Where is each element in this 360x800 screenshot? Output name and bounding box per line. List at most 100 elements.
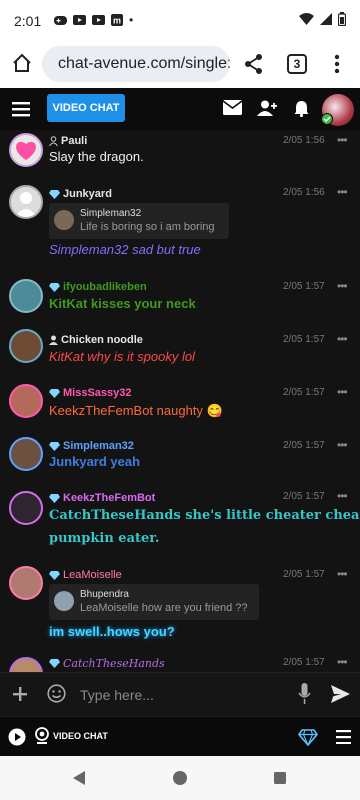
mail-icon[interactable] (223, 100, 242, 115)
message-text: im swell..hows you? (49, 624, 175, 639)
more-vert-icon[interactable] (334, 54, 340, 74)
youtube-icon-2 (92, 15, 105, 25)
username[interactable]: CatchTheseHands (49, 657, 165, 670)
avatar[interactable] (9, 185, 43, 219)
diamond-icon (49, 493, 60, 503)
more-icon[interactable]: ••• (337, 279, 348, 293)
default-avatar-icon (15, 192, 37, 217)
message-text: Slay the dragon. (49, 149, 144, 164)
status-time: 2:01 (14, 13, 42, 29)
timestamp: 2/05 1:57 (283, 569, 325, 580)
avatar[interactable] (9, 437, 43, 471)
avatar[interactable] (9, 133, 43, 167)
footer-video-chat-label[interactable]: VIDEO CHAT (53, 731, 108, 741)
more-icon[interactable]: ••• (337, 332, 348, 346)
timestamp: 2/05 1:57 (283, 334, 325, 345)
notification-icons: m • (54, 13, 133, 27)
more-icon[interactable]: ••• (337, 567, 348, 581)
username[interactable]: KeekzTheFemBot (49, 492, 155, 504)
avatar[interactable] (9, 657, 43, 672)
avatar[interactable] (9, 279, 43, 313)
user-solid-icon (49, 335, 58, 345)
timestamp: 2/05 1:57 (283, 491, 325, 502)
message-text: KitKat why is it spooky lol (49, 349, 195, 364)
timestamp: 2/05 1:56 (283, 187, 325, 198)
message-text-line2: pumpkin eater. (49, 531, 160, 546)
share-icon[interactable] (244, 53, 264, 75)
avatar[interactable] (9, 566, 43, 600)
avatar[interactable] (9, 329, 43, 363)
quote-avatar (54, 210, 74, 230)
youtube-icon (73, 15, 86, 25)
diamond-icon (49, 282, 60, 292)
hamburger-menu-icon[interactable] (336, 730, 351, 744)
heart-avatar-icon (16, 141, 36, 160)
diamond-icon (49, 388, 60, 398)
plus-icon[interactable] (13, 687, 27, 701)
diamond-icon (49, 189, 60, 199)
recents-icon[interactable] (274, 772, 286, 784)
username[interactable]: MissSassy32 (49, 387, 132, 399)
wifi-icon (299, 13, 314, 25)
diamond-icon[interactable] (298, 729, 318, 746)
battery-icon (338, 12, 346, 26)
chat-log[interactable]: Pauli 2/05 1:56 ••• Slay the dragon. Jun… (0, 130, 360, 672)
more-icon[interactable]: ••• (337, 133, 348, 147)
message-input[interactable]: Type here... (80, 681, 288, 709)
more-icon[interactable]: ••• (337, 438, 348, 452)
app-footer: VIDEO CHAT (0, 716, 360, 756)
timestamp: 2/05 1:57 (283, 657, 325, 668)
gamepad-icon (54, 15, 67, 25)
emoji-icon[interactable] (47, 684, 66, 703)
url-text: chat-avenue.com/single: (58, 55, 230, 72)
username[interactable]: Chicken noodle (49, 334, 143, 346)
m-app-icon: m (111, 14, 123, 26)
tab-switcher-button[interactable]: 3 (287, 54, 307, 74)
username[interactable]: LeaMoiselle (49, 569, 122, 581)
diamond-icon (49, 441, 60, 451)
add-friend-icon[interactable] (257, 100, 277, 116)
system-navigation-bar (0, 756, 360, 800)
more-icon[interactable]: ••• (337, 489, 348, 503)
quote-username: Bhupendra (80, 589, 129, 600)
username[interactable]: Pauli (49, 135, 87, 147)
more-icon[interactable]: ••• (337, 185, 348, 199)
username[interactable]: Junkyard (49, 188, 112, 200)
avatar[interactable] (9, 491, 43, 525)
avatar[interactable] (9, 384, 43, 418)
more-icon[interactable]: ••• (337, 655, 348, 669)
quote-text: Life is boring so i am boring (80, 221, 215, 233)
menu-icon[interactable] (12, 101, 30, 117)
quote-text: LeaMoiselle how are you friend ?? (80, 602, 248, 614)
message-text: KeekzTheFemBot naughty 😋 (49, 403, 223, 418)
quoted-message[interactable]: Simpleman32 Life is boring so i am borin… (49, 203, 229, 239)
message-composer: Type here... (0, 672, 360, 716)
play-icon[interactable] (8, 728, 26, 746)
timestamp: 2/05 1:57 (283, 387, 325, 398)
quote-avatar (54, 591, 74, 611)
message-text: Junkyard yeah (49, 454, 141, 469)
message-text: Simpleman32 sad but true (49, 242, 201, 257)
home-button-icon[interactable] (173, 771, 187, 785)
status-dot: • (129, 13, 134, 27)
username[interactable]: ifyoubadlikeben (49, 281, 147, 293)
quote-username: Simpleman32 (80, 208, 142, 219)
timestamp: 2/05 1:56 (283, 135, 325, 146)
address-bar[interactable]: chat-avenue.com/single: (42, 46, 230, 82)
message-text: CatchTheseHands she's little cheater che… (49, 508, 360, 523)
quoted-message[interactable]: Bhupendra LeaMoiselle how are you friend… (49, 584, 259, 620)
online-status-icon (321, 113, 333, 125)
back-icon[interactable] (73, 771, 85, 785)
user-icon (49, 136, 58, 146)
webcam-icon[interactable] (35, 727, 49, 745)
bell-icon[interactable] (294, 100, 309, 117)
video-chat-button[interactable]: VIDEO CHAT (47, 94, 125, 122)
app-header: VIDEO CHAT (0, 88, 360, 130)
diamond-icon (49, 659, 60, 668)
username[interactable]: Simpleman32 (49, 440, 134, 452)
microphone-icon[interactable] (298, 683, 311, 704)
home-icon[interactable] (12, 53, 32, 73)
more-icon[interactable]: ••• (337, 385, 348, 399)
status-bar: 2:01 m • (0, 0, 360, 40)
send-icon[interactable] (331, 685, 350, 703)
